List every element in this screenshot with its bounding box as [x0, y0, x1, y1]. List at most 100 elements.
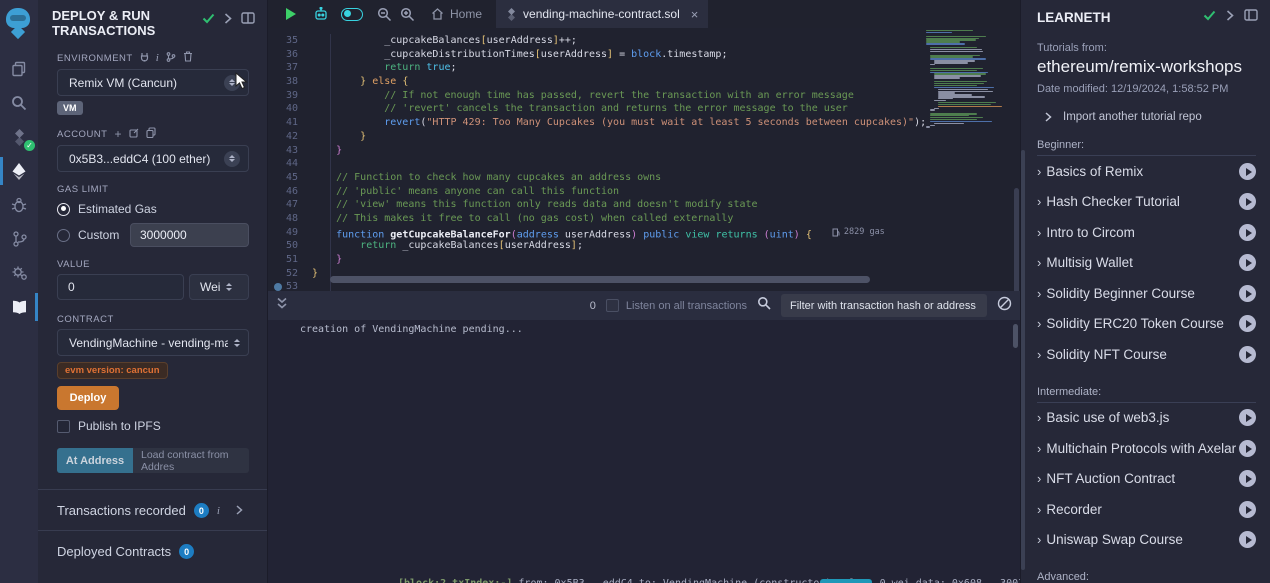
debugger-icon[interactable] — [0, 188, 38, 222]
debug-button[interactable]: Debug — [820, 579, 872, 583]
line-number[interactable]: 42 — [268, 130, 312, 144]
tutorial-play-button[interactable] — [1239, 163, 1256, 180]
code-text[interactable]: } — [312, 144, 342, 158]
line-number[interactable]: 39 — [268, 89, 312, 103]
code-text[interactable]: } — [312, 130, 366, 144]
learneth-scrollbar[interactable] — [1021, 150, 1025, 570]
tutorial-play-button[interactable] — [1239, 285, 1256, 302]
code-line[interactable]: 38 } else { — [268, 75, 1020, 89]
line-number[interactable]: 49 — [268, 226, 312, 240]
code-text[interactable]: function getCupcakeBalanceFor(address us… — [312, 226, 885, 240]
code-text[interactable]: // 'public' means anyone can call this f… — [312, 185, 619, 199]
code-text[interactable]: revert("HTTP 429: Too Many Cupcakes (you… — [312, 116, 926, 130]
tutorial-item[interactable]: ›Solidity ERC20 Token Course — [1037, 309, 1256, 340]
line-number[interactable]: 50 — [268, 239, 312, 253]
tutorial-play-button[interactable] — [1239, 315, 1256, 332]
code-line[interactable]: 41 revert("HTTP 429: Too Many Cupcakes (… — [268, 116, 1020, 130]
code-line[interactable]: 36 _cupcakeDistributionTimes[userAddress… — [268, 48, 1020, 62]
panel-expand-icon[interactable] — [224, 11, 232, 29]
unit-stepper-icon[interactable] — [226, 283, 232, 291]
code-line[interactable]: 37 return true; — [268, 61, 1020, 75]
tutorial-play-button[interactable] — [1239, 501, 1256, 518]
environment-info-icon[interactable]: i — [156, 52, 160, 64]
line-number[interactable]: 41 — [268, 116, 312, 130]
tutorial-item[interactable]: ›Recorder — [1037, 494, 1256, 525]
code-text[interactable]: // 'revert' cancels the transaction and … — [312, 102, 848, 116]
line-number[interactable]: 45 — [268, 171, 312, 185]
tutorial-item[interactable]: ›Basic use of web3.js — [1037, 403, 1256, 434]
settings-gear-icon[interactable] — [0, 256, 38, 290]
estimated-gas-radio[interactable] — [57, 203, 70, 216]
code-editor[interactable]: 35 _cupcakeBalances[userAddress]++;36 _c… — [268, 28, 1020, 291]
learneth-book-icon[interactable] — [0, 290, 38, 324]
file-explorer-icon[interactable] — [0, 52, 38, 86]
code-line[interactable]: 39 // If not enough time has passed, rev… — [268, 89, 1020, 103]
terminal-clear-icon[interactable] — [997, 296, 1012, 316]
search-icon[interactable] — [0, 86, 38, 120]
trash-icon[interactable] — [183, 51, 193, 65]
deploy-button[interactable]: Deploy — [57, 386, 119, 410]
code-line[interactable]: 49 function getCupcakeBalanceFor(address… — [268, 226, 1020, 240]
code-text[interactable]: _cupcakeBalances[userAddress]++; — [312, 34, 577, 48]
line-number[interactable]: 35 — [268, 34, 312, 48]
remix-logo-icon[interactable] — [6, 8, 32, 38]
zoom-in-icon[interactable] — [400, 7, 415, 22]
code-lines[interactable]: 35 _cupcakeBalances[userAddress]++;36 _c… — [268, 28, 1020, 291]
panel-layout-icon[interactable] — [241, 11, 255, 29]
tutorial-play-button[interactable] — [1239, 470, 1256, 487]
tutorial-play-button[interactable] — [1239, 193, 1256, 210]
code-line[interactable]: 35 _cupcakeBalances[userAddress]++; — [268, 34, 1020, 48]
line-number[interactable]: 44 — [268, 157, 312, 171]
line-number[interactable]: 47 — [268, 198, 312, 212]
code-text[interactable]: // Function to check how many cupcakes a… — [312, 171, 661, 185]
listen-all-checkbox[interactable] — [606, 299, 619, 312]
import-tutorial-repo[interactable]: Import another tutorial repo — [1037, 111, 1256, 123]
tutorial-item[interactable]: ›Uniswap Swap Course — [1037, 525, 1256, 556]
transactions-recorded-row[interactable]: Transactions recorded 0 i — [38, 490, 267, 530]
tutorial-item[interactable]: ›NFT Auction Contract — [1037, 464, 1256, 495]
tutorial-play-button[interactable] — [1239, 440, 1256, 457]
code-text[interactable]: // If not enough time has passed, revert… — [312, 89, 854, 103]
contract-stepper-icon[interactable] — [234, 339, 240, 347]
line-number[interactable]: 40 — [268, 102, 312, 116]
line-number[interactable]: 48 — [268, 212, 312, 226]
terminal-output[interactable]: creation of VendingMachine pending... [b… — [268, 320, 1020, 583]
run-script-icon[interactable] — [268, 8, 296, 20]
code-line[interactable]: 47 // 'view' means this function only re… — [268, 198, 1020, 212]
line-number[interactable]: 38 — [268, 75, 312, 89]
environment-select[interactable]: Remix VM (Cancun) — [57, 69, 249, 96]
terminal-scrollbar[interactable] — [1013, 324, 1018, 348]
edit-icon[interactable] — [129, 128, 139, 141]
terminal-search-icon[interactable] — [757, 296, 771, 315]
at-address-button[interactable]: At Address — [57, 448, 133, 473]
ai-copilot-icon[interactable] — [313, 7, 329, 21]
code-text[interactable]: } — [312, 253, 342, 267]
horizontal-scrollbar[interactable] — [330, 276, 870, 283]
line-number[interactable]: 51 — [268, 253, 312, 267]
code-line[interactable]: 45 // Function to check how many cupcake… — [268, 171, 1020, 185]
tutorial-item[interactable]: ›Solidity NFT Course — [1037, 339, 1256, 370]
copy-icon[interactable] — [146, 127, 156, 141]
tutorial-item[interactable]: ›Basics of Remix — [1037, 156, 1256, 187]
tab-close-icon[interactable]: × — [691, 7, 699, 22]
account-stepper-icon[interactable] — [224, 151, 240, 167]
tutorial-item[interactable]: ›Multichain Protocols with Axelar — [1037, 433, 1256, 464]
solidity-compiler-icon[interactable]: ✓ — [0, 120, 38, 154]
tutorial-play-button[interactable] — [1239, 409, 1256, 426]
learneth-expand-icon[interactable] — [1226, 8, 1234, 26]
publish-ipfs-checkbox[interactable] — [57, 420, 70, 433]
transactions-info-icon[interactable]: i — [217, 505, 220, 517]
code-line[interactable]: 50 return _cupcakeBalances[userAddress]; — [268, 239, 1020, 253]
code-text[interactable]: // 'view' means this function only reads… — [312, 198, 758, 212]
tab-home[interactable]: Home — [431, 7, 482, 21]
code-line[interactable]: 42 } — [268, 130, 1020, 144]
transactions-expand-icon[interactable] — [236, 503, 243, 518]
add-account-icon[interactable]: + — [114, 127, 122, 141]
fork-icon[interactable] — [166, 52, 176, 65]
copilot-toggle[interactable] — [341, 8, 363, 21]
deployed-contracts-row[interactable]: Deployed Contracts 0 — [38, 531, 267, 571]
line-number[interactable]: 37 — [268, 61, 312, 75]
code-line[interactable]: 43 } — [268, 144, 1020, 158]
code-text[interactable]: } else { — [312, 75, 408, 89]
code-line[interactable]: 51 } — [268, 253, 1020, 267]
